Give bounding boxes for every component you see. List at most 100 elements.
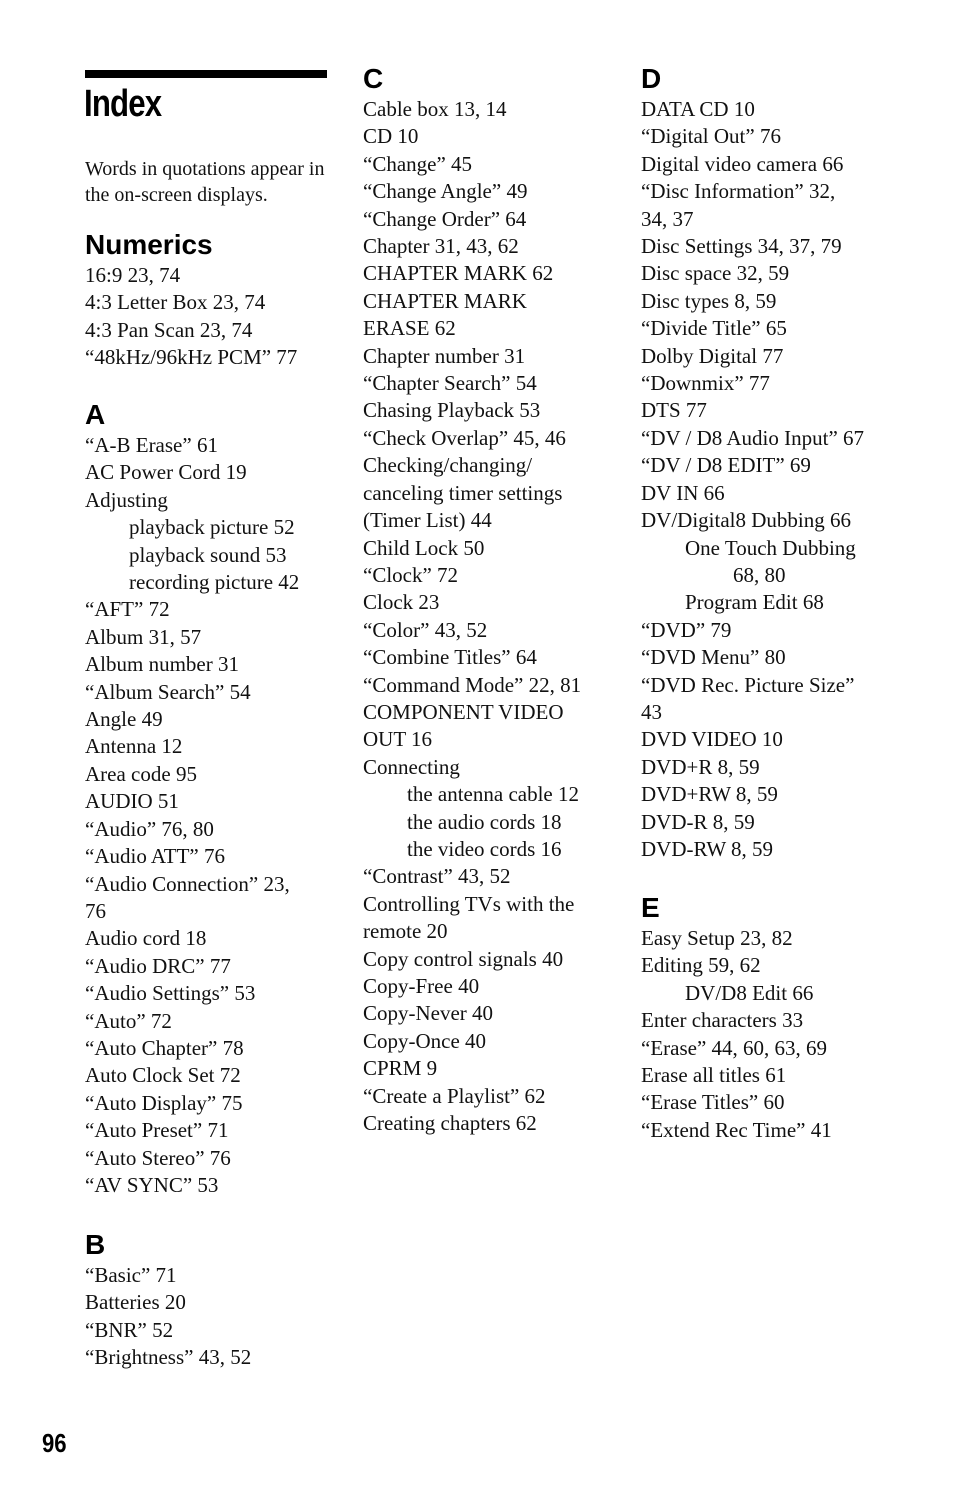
index-entry: DVD+R 8, 59 bbox=[641, 754, 760, 779]
index-entry: CPRM 9 bbox=[363, 1056, 438, 1081]
index-entry: “Color” 43, 52 bbox=[363, 617, 488, 642]
entry-list: 16:9 23, 74 4:3 Letter Box 23, 74 4:3 Pan … bbox=[85, 262, 345, 372]
index-entry: “Audio DRC” 77 bbox=[85, 953, 231, 978]
index-entry: CHAPTER MARK 62 bbox=[363, 261, 554, 286]
index-entry: (Timer List) 44 bbox=[363, 508, 492, 533]
index-entry: “Auto Preset” 71 bbox=[85, 1118, 229, 1143]
index-entry: Disc Settings 34, 37, 79 bbox=[641, 234, 842, 259]
index-entry: OUT 16 bbox=[363, 727, 433, 752]
section-heading: Numerics bbox=[85, 229, 213, 260]
index-entry: 4:3 Letter Box 23, 74 bbox=[85, 290, 266, 315]
index-entry: Chasing Playback 53 bbox=[363, 398, 541, 423]
index-entry: Copy-Once 40 bbox=[363, 1028, 487, 1053]
index-entry: CD 10 bbox=[363, 124, 419, 149]
index-entry: DTS 77 bbox=[641, 398, 707, 423]
index-subentry: the antenna cable 12 bbox=[407, 782, 579, 807]
entry-list: “Basic” 71 Batteries 20 “BNR” 52 “Brightnes… bbox=[85, 1262, 345, 1372]
index-entry: Copy control signals 40 bbox=[363, 946, 564, 971]
index-entry: DATA CD 10 bbox=[641, 97, 755, 121]
index-entry: “DV / D8 EDIT” 69 bbox=[641, 453, 811, 478]
index-entry: “Erase Titles” 60 bbox=[641, 1090, 785, 1115]
index-entry: “Check Overlap” 45, 46 bbox=[363, 425, 566, 450]
index-subentry: playback sound 53 bbox=[129, 542, 287, 567]
entry-list: Cable box 13, 14 CD 10 “Change” 45 “Change … bbox=[363, 96, 623, 1137]
index-entry: “DV / D8 Audio Input” 67 bbox=[641, 425, 865, 450]
index-entry: Angle 49 bbox=[85, 707, 163, 732]
index-entry: Editing 59, 62 bbox=[641, 953, 761, 978]
section-heading: A bbox=[85, 399, 106, 430]
index-entry: DVD-RW 8, 59 bbox=[641, 836, 774, 861]
section-heading: B bbox=[85, 1229, 106, 1260]
index-entry: “DVD” 79 bbox=[641, 617, 732, 642]
index-entry: 43 bbox=[641, 699, 662, 724]
index-entry: Digital video camera 66 bbox=[641, 151, 844, 176]
index-entry: “Downmix” 77 bbox=[641, 371, 770, 396]
index-subentry: One Touch Dubbing bbox=[685, 535, 856, 560]
index-entry: DVD-R 8, 59 bbox=[641, 809, 755, 834]
index-entry: remote 20 bbox=[363, 919, 448, 944]
index-entry: “Change” 45 bbox=[363, 151, 473, 176]
index-entry: “DVD Menu” 80 bbox=[641, 645, 786, 670]
index-entry: “Change Angle” 49 bbox=[363, 179, 528, 204]
index-entry: Dolby Digital 77 bbox=[641, 343, 784, 368]
index-entry: “Chapter Search” 54 bbox=[363, 371, 537, 396]
index-entry: Auto Clock Set 72 bbox=[85, 1063, 241, 1088]
index-entry: “Create a Playlist” 62 bbox=[363, 1083, 546, 1108]
entry-list: “A-B Erase” 61 AC Power Cord 19 Adjusting p… bbox=[85, 432, 345, 1199]
index-entry: 76 bbox=[85, 898, 106, 923]
index-entry: “Auto Stereo” 76 bbox=[85, 1145, 231, 1170]
index-entry: Controlling TVs with the bbox=[363, 891, 575, 916]
entry-list: Easy Setup 23, 82 Editing 59, 62 DV/D8 Edi… bbox=[641, 925, 931, 1144]
index-entry: CHAPTER MARK bbox=[363, 288, 527, 313]
index-entry: Disc types 8, 59 bbox=[641, 288, 777, 313]
index-entry: Erase all titles 61 bbox=[641, 1063, 787, 1088]
index-entry: Copy-Free 40 bbox=[363, 974, 480, 998]
index-entry: AC Power Cord 19 bbox=[85, 460, 247, 485]
index-entry: Album 31, 57 bbox=[85, 624, 202, 649]
index-entry: “Brightness” 43, 52 bbox=[85, 1345, 252, 1370]
index-subentry: recording picture 42 bbox=[129, 570, 300, 595]
index-entry: “DVD Rec. Picture Size” bbox=[641, 672, 855, 697]
index-entry: Connecting bbox=[363, 754, 460, 779]
index-entry: Disc space 32, 59 bbox=[641, 261, 790, 286]
page-number: 96 bbox=[42, 1428, 67, 1458]
index-entry: Child Lock 50 bbox=[363, 535, 485, 560]
index-entry: “Album Search” 54 bbox=[85, 679, 251, 704]
index-entry: “AFT” 72 bbox=[85, 597, 170, 622]
index-entry: Area code 95 bbox=[85, 761, 197, 786]
index-entry: Antenna 12 bbox=[85, 734, 183, 759]
index-entry: “Audio ATT” 76 bbox=[85, 844, 225, 869]
index-entry: Copy-Never 40 bbox=[363, 1001, 494, 1026]
index-entry: “AV SYNC” 53 bbox=[85, 1172, 219, 1197]
index-entry: “BNR” 52 bbox=[85, 1317, 174, 1342]
index-entry: “Auto Chapter” 78 bbox=[85, 1035, 244, 1060]
index-entry: ERASE 62 bbox=[363, 316, 456, 341]
index-entry: “Disc Information” 32, bbox=[641, 179, 836, 204]
index-entry: Enter characters 33 bbox=[641, 1008, 804, 1033]
index-entry: Audio cord 18 bbox=[85, 926, 207, 951]
section-heading: C bbox=[363, 63, 384, 94]
index-entry: Chapter 31, 43, 62 bbox=[363, 234, 519, 259]
index-entry: “Command Mode” 22, 81 bbox=[363, 672, 582, 697]
index-entry: “Divide Title” 65 bbox=[641, 316, 787, 341]
entry-list: DATA CD 10 “Digital Out” 76 Digital video … bbox=[641, 96, 931, 863]
index-entry: DV/Digital8 Dubbing 66 bbox=[641, 508, 851, 533]
index-page: Index Words in quotations appear in the … bbox=[0, 0, 954, 1486]
index-entry: DVD+RW 8, 59 bbox=[641, 782, 778, 807]
index-entry: Clock 23 bbox=[363, 590, 440, 615]
index-entry: “Basic” 71 bbox=[85, 1263, 177, 1287]
index-subentry: playback picture 52 bbox=[129, 515, 295, 540]
index-entry: Checking/changing/ bbox=[363, 453, 533, 478]
section-numerics: Numerics 16:9 23, 74 4:3 Letter Box 23, 7… bbox=[85, 229, 345, 372]
index-entry: Batteries 20 bbox=[85, 1290, 186, 1315]
index-subentry: the video cords 16 bbox=[407, 836, 562, 861]
index-entry: “Auto” 72 bbox=[85, 1008, 172, 1033]
index-entry: “Digital Out” 76 bbox=[641, 124, 781, 149]
index-entry: “Audio” 76, 80 bbox=[85, 816, 214, 841]
index-entry: “48kHz/96kHz PCM” 77 bbox=[85, 345, 298, 370]
index-entry: 4:3 Pan Scan 23, 74 bbox=[85, 317, 253, 342]
index-subentry: Program Edit 68 bbox=[685, 590, 824, 615]
index-entry: Adjusting bbox=[85, 487, 168, 512]
index-entry: AUDIO 51 bbox=[85, 789, 179, 814]
index-subentry: DV/D8 Edit 66 bbox=[685, 980, 814, 1005]
